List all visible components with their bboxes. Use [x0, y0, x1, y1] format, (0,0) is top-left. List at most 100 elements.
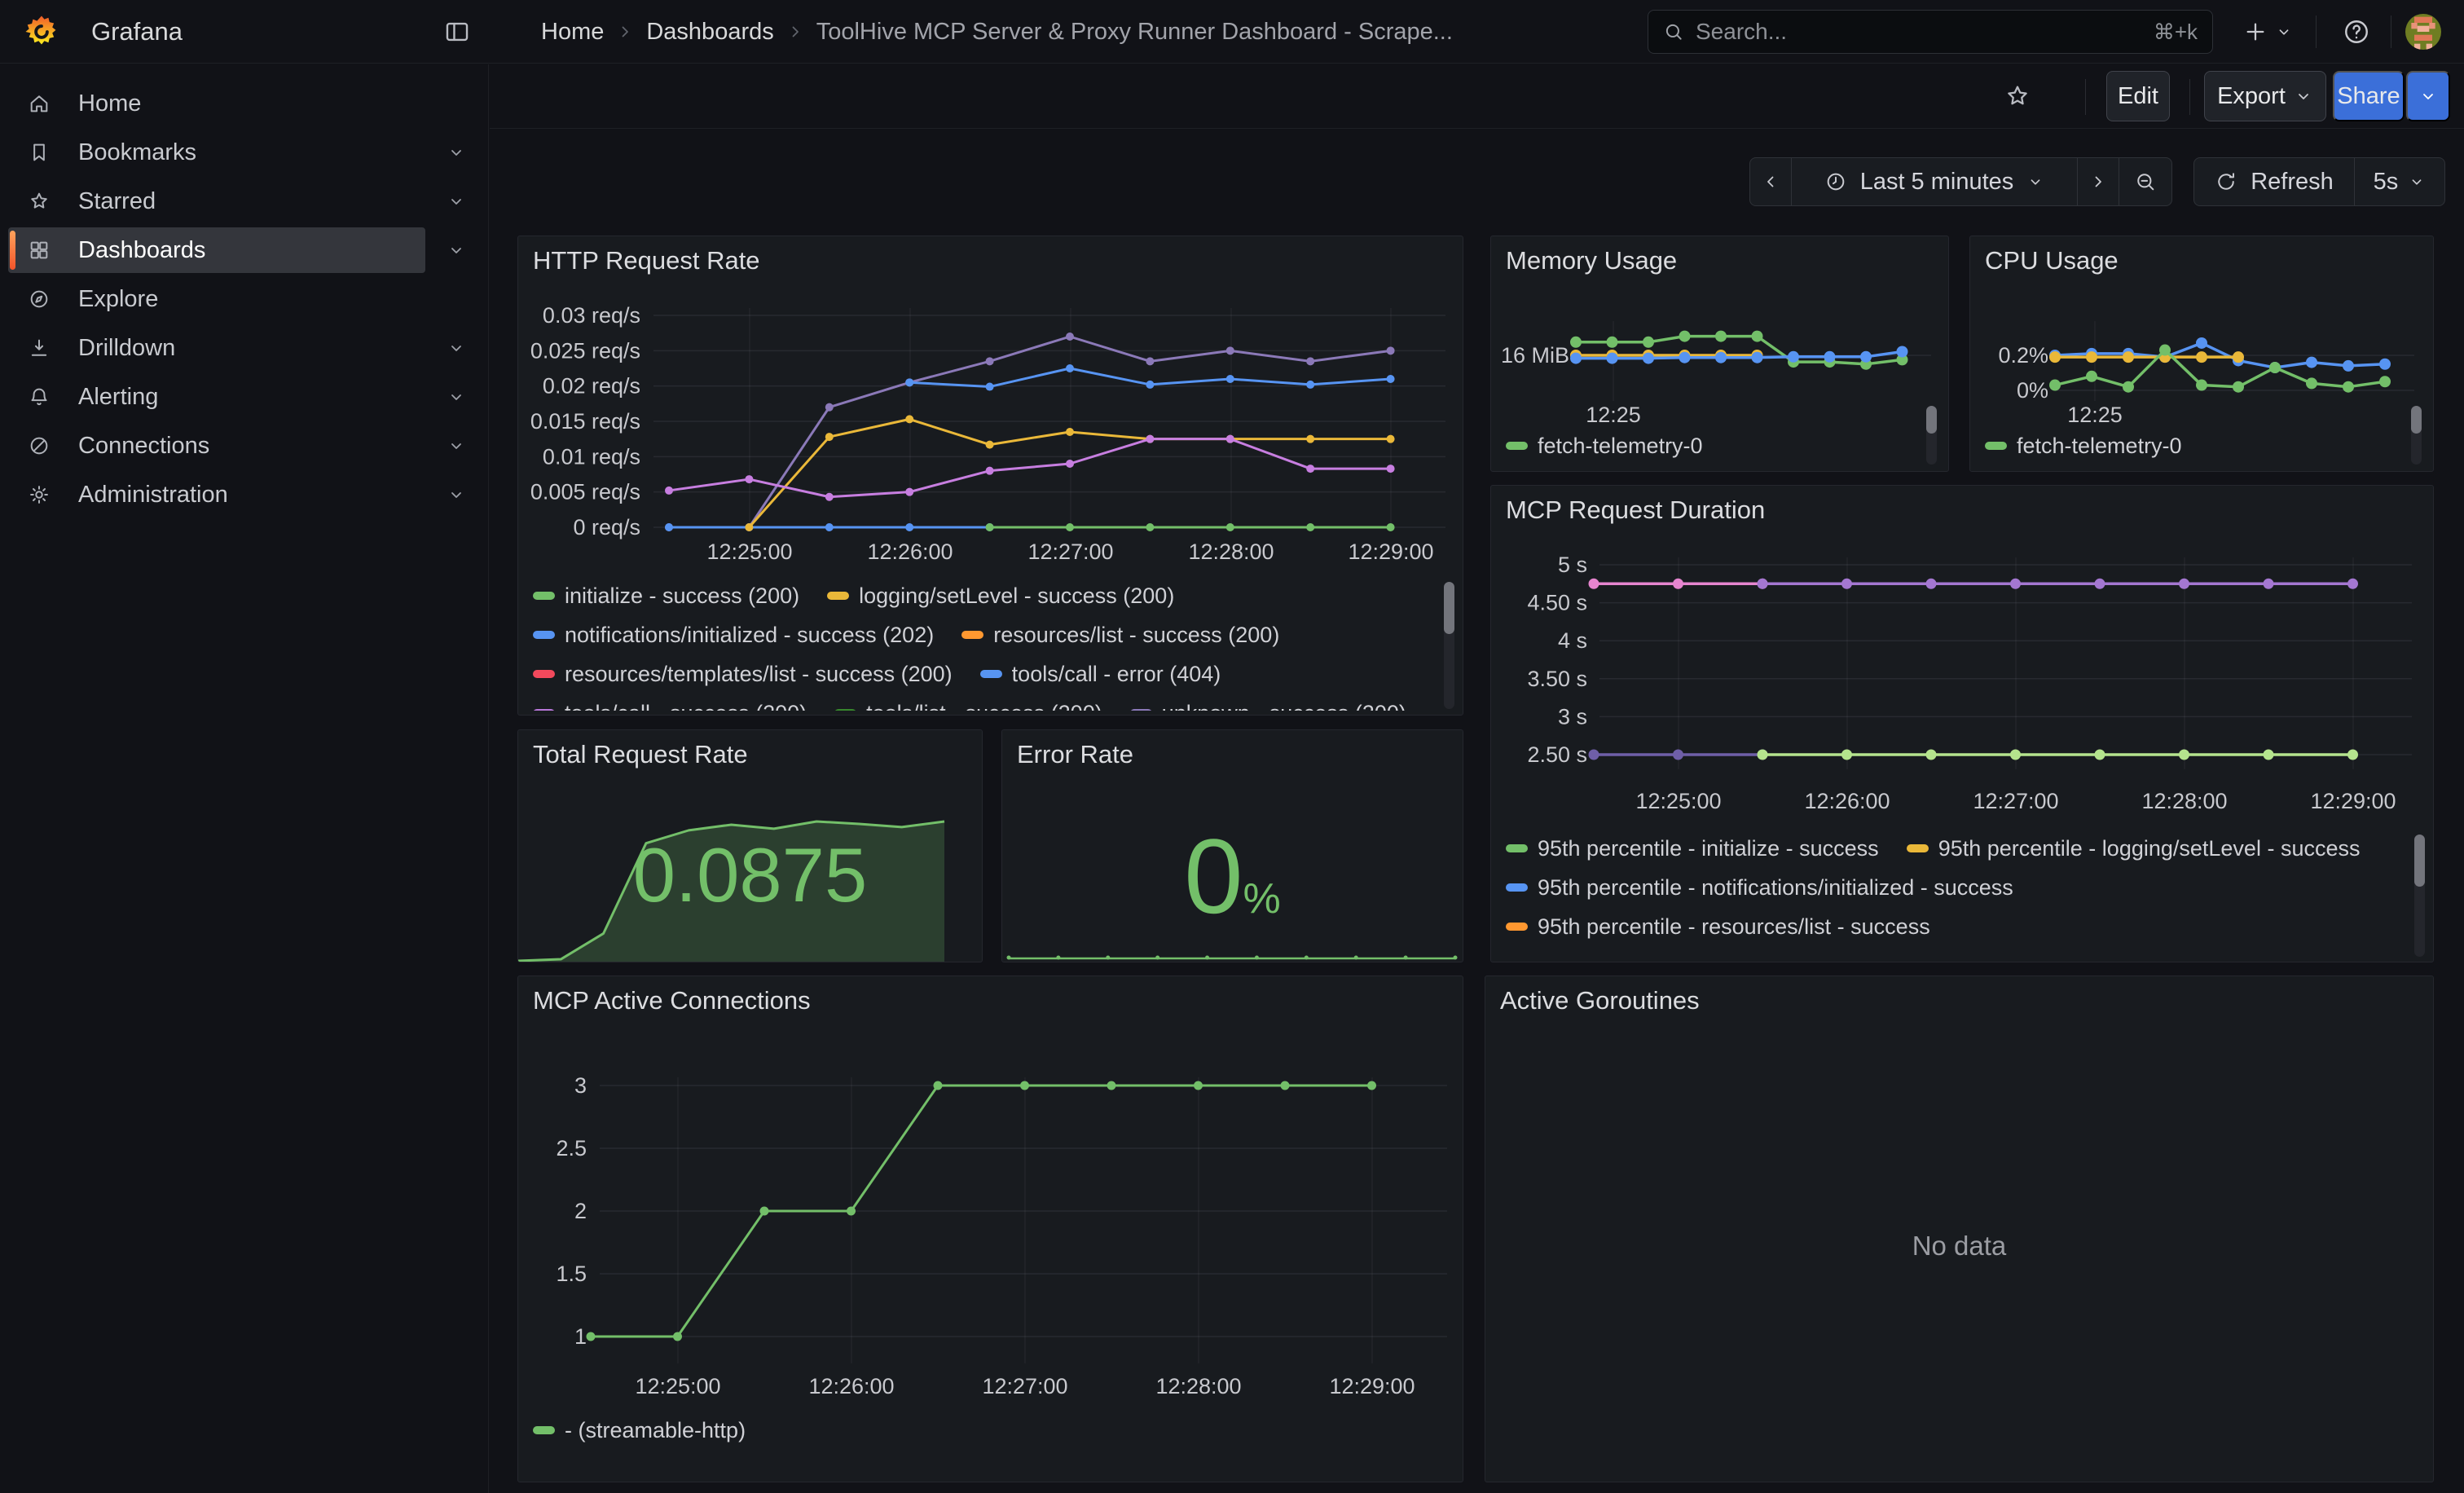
svg-text:1: 1: [574, 1324, 587, 1349]
time-back-button[interactable]: [1749, 157, 1792, 206]
plus-icon: [2242, 19, 2268, 45]
legend-color-chip: [980, 670, 1002, 678]
legend-item[interactable]: 95th percentile - logging/setLevel - suc…: [1907, 836, 2361, 861]
chevron-down-icon[interactable]: [447, 143, 466, 162]
legend-scrollbar-thumb[interactable]: [1444, 582, 1454, 634]
legend-item[interactable]: - (streamable-http): [533, 1418, 746, 1442]
legend-item[interactable]: tools/call - success (200): [533, 701, 807, 711]
legend-item[interactable]: tools/call - error (404): [980, 662, 1221, 686]
svg-text:0.02 req/s: 0.02 req/s: [543, 374, 640, 399]
legend-color-chip: [1506, 442, 1528, 450]
sidebar-item-starred[interactable]: Starred: [0, 177, 488, 226]
sidebar-item-administration[interactable]: Administration: [0, 470, 488, 519]
panel-title[interactable]: Memory Usage: [1506, 246, 1677, 275]
search-placeholder: Search...: [1696, 19, 2142, 45]
add-button[interactable]: [2242, 0, 2293, 64]
legend-label: unknown - success (200): [1162, 701, 1406, 711]
search-icon: [1663, 21, 1684, 42]
legend-item[interactable]: tools/list - success (200): [834, 701, 1102, 711]
share-button[interactable]: Share: [2333, 71, 2405, 121]
breadcrumb-dashboards[interactable]: Dashboards: [646, 19, 773, 46]
chevron-left-icon: [1761, 172, 1780, 192]
legend-color-chip: [1506, 923, 1528, 931]
chevron-down-icon[interactable]: [447, 240, 466, 260]
sidebar-toggle-icon[interactable]: [443, 18, 471, 46]
search-input[interactable]: Search... ⌘+k: [1648, 10, 2213, 54]
panel-title[interactable]: MCP Active Connections: [533, 986, 811, 1015]
legend-color-chip: [533, 631, 555, 639]
svg-text:0.01 req/s: 0.01 req/s: [543, 444, 640, 469]
legend-label: 95th percentile - notifications/initiali…: [1538, 875, 2013, 900]
svg-text:12:25: 12:25: [1586, 403, 1641, 427]
legend-label: logging/setLevel - success (200): [859, 584, 1174, 608]
export-button[interactable]: Export: [2204, 71, 2326, 121]
sidebar-item-alerting[interactable]: Alerting: [0, 372, 488, 421]
chevron-down-icon[interactable]: [447, 387, 466, 407]
chevron-right-icon: [615, 22, 635, 42]
sidebar-item-explore[interactable]: Explore: [0, 275, 488, 324]
time-forward-button[interactable]: [2077, 157, 2119, 206]
dashboards-icon: [28, 239, 51, 262]
svg-text:12:25:00: 12:25:00: [635, 1374, 720, 1398]
sidebar-item-dashboards[interactable]: Dashboards: [0, 226, 488, 275]
legend-item[interactable]: fetch-telemetry-0: [1506, 434, 1703, 458]
legend-color-chip: [533, 670, 555, 678]
legend-color-chip: [1130, 709, 1152, 711]
legend-item[interactable]: 95th percentile - resources/templates/li…: [1506, 953, 2031, 957]
sidebar-item-drilldown[interactable]: Drilldown: [0, 324, 488, 372]
edit-button[interactable]: Edit: [2106, 71, 2170, 121]
panel-active-goroutines: Active Goroutines No data: [1485, 976, 2434, 1482]
legend-label: 95th percentile - logging/setLevel - suc…: [1938, 836, 2361, 861]
legend-scrollbar-thumb[interactable]: [2414, 835, 2425, 887]
legend-label: 95th percentile - resources/list - succe…: [1538, 914, 1930, 939]
legend-item[interactable]: resources/list - success (200): [961, 623, 1279, 647]
legend-item[interactable]: logging/setLevel - success (200): [827, 584, 1174, 608]
sidebar-item-home[interactable]: Home: [0, 79, 488, 128]
sidebar-item-label: Starred: [78, 188, 156, 215]
legend-item[interactable]: 95th percentile - resources/list - succe…: [1506, 914, 1930, 939]
refresh-interval-picker[interactable]: 5s: [2354, 157, 2445, 206]
panel-title[interactable]: HTTP Request Rate: [533, 246, 760, 275]
zoom-out-button[interactable]: [2119, 157, 2172, 206]
legend-item[interactable]: unknown - success (200): [1130, 701, 1406, 711]
legend: - (streamable-http): [533, 1416, 1427, 1449]
breadcrumb-home[interactable]: Home: [541, 19, 604, 46]
legend-item[interactable]: fetch-telemetry-0: [1985, 434, 2182, 458]
panel-title[interactable]: Total Request Rate: [533, 740, 748, 769]
svg-text:12:26:00: 12:26:00: [1804, 789, 1890, 813]
svg-text:0 req/s: 0 req/s: [573, 515, 640, 540]
grafana-logo-icon[interactable]: [23, 13, 60, 51]
share-menu-button[interactable]: [2406, 71, 2450, 121]
legend-item[interactable]: initialize - success (200): [533, 584, 799, 608]
chevron-down-icon[interactable]: [447, 485, 466, 504]
panel-title[interactable]: Active Goroutines: [1500, 986, 1700, 1015]
panel-title[interactable]: Error Rate: [1017, 740, 1133, 769]
chevron-down-icon[interactable]: [447, 338, 466, 358]
time-range-picker[interactable]: Last 5 minutes: [1791, 157, 2078, 206]
legend-label: tools/call - error (404): [1012, 662, 1221, 686]
panel-title[interactable]: MCP Request Duration: [1506, 495, 1765, 525]
legend-item[interactable]: 95th percentile - initialize - success: [1506, 836, 1879, 861]
legend-item[interactable]: notifications/initialized - success (202…: [533, 623, 934, 647]
sidebar-item-bookmarks[interactable]: Bookmarks: [0, 128, 488, 177]
svg-text:12:27:00: 12:27:00: [1973, 789, 2058, 813]
question-icon: [2342, 17, 2371, 46]
legend-scrollbar-thumb[interactable]: [1926, 406, 1937, 434]
legend-item[interactable]: 95th percentile - notifications/initiali…: [1506, 875, 2013, 900]
chevron-down-icon[interactable]: [447, 192, 466, 211]
panel-title[interactable]: CPU Usage: [1985, 246, 2119, 275]
legend-scrollbar-thumb[interactable]: [2411, 406, 2422, 434]
avatar[interactable]: [2405, 14, 2441, 50]
panel-total-request-rate: Total Request Rate 0.0875: [517, 729, 983, 962]
chevron-down-icon[interactable]: [447, 436, 466, 456]
help-button[interactable]: [2342, 0, 2371, 64]
refresh-button[interactable]: Refresh: [2193, 157, 2355, 206]
legend-color-chip: [533, 1426, 555, 1434]
legend-item[interactable]: resources/templates/list - success (200): [533, 662, 953, 686]
svg-text:12:28:00: 12:28:00: [2141, 789, 2227, 813]
sidebar-item-connections[interactable]: Connections: [0, 421, 488, 470]
favorite-star-icon[interactable]: [2004, 82, 2031, 110]
bell-icon: [28, 385, 51, 408]
zoom-out-icon: [2134, 170, 2157, 193]
chevron-right-icon: [2088, 172, 2108, 192]
